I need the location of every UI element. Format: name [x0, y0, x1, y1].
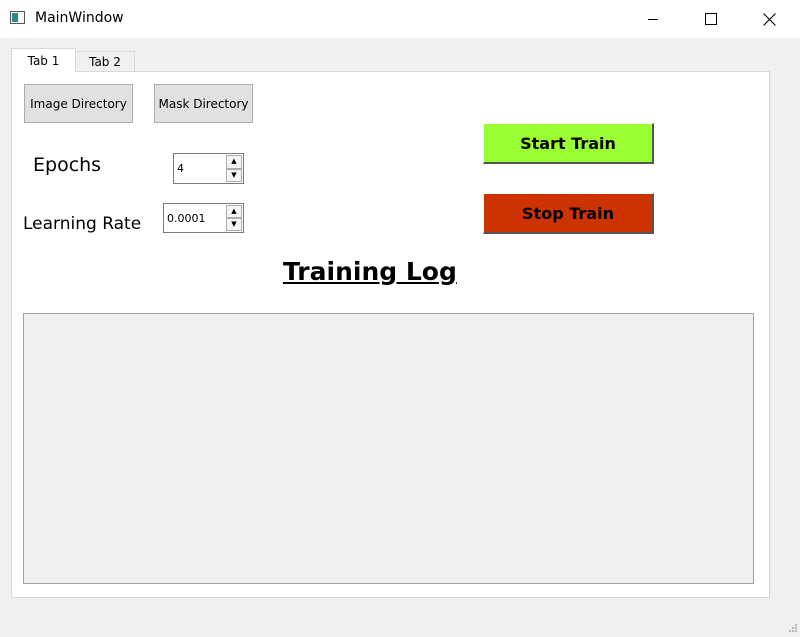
image-directory-button[interactable]: Image Directory	[24, 84, 133, 123]
tab-1[interactable]: Tab 1	[11, 48, 76, 72]
arrow-up-icon: ▲	[231, 207, 237, 215]
start-train-button[interactable]: Start Train	[483, 123, 654, 164]
epochs-value[interactable]: 4	[177, 154, 184, 183]
minimize-icon	[648, 19, 658, 20]
epochs-stepper: ▲ ▼	[226, 155, 242, 182]
maximize-button[interactable]	[688, 0, 734, 38]
arrow-down-icon: ▼	[231, 170, 237, 179]
learning-rate-value[interactable]: 0.0001	[167, 204, 206, 232]
close-button[interactable]	[746, 0, 792, 38]
epochs-decrement-button[interactable]: ▼	[226, 168, 242, 182]
learning-rate-increment-button[interactable]: ▲	[226, 205, 242, 218]
arrow-up-icon: ▲	[231, 157, 237, 166]
epochs-increment-button[interactable]: ▲	[226, 155, 242, 169]
mask-directory-button[interactable]: Mask Directory	[154, 84, 253, 123]
learning-rate-label: Learning Rate	[23, 214, 142, 234]
maximize-icon	[705, 13, 717, 25]
training-log-title: Training Log	[283, 257, 457, 286]
minimize-button[interactable]	[630, 0, 676, 38]
stop-train-button[interactable]: Stop Train	[483, 193, 654, 234]
title-bar[interactable]: MainWindow	[0, 0, 800, 38]
learning-rate-decrement-button[interactable]: ▼	[226, 218, 242, 231]
epochs-spinbox[interactable]: 4 ▲ ▼	[173, 153, 244, 184]
training-log-textarea[interactable]	[23, 313, 754, 584]
window-title: MainWindow	[35, 10, 124, 26]
close-icon	[762, 12, 776, 26]
tab-2[interactable]: Tab 2	[75, 51, 135, 72]
learning-rate-stepper: ▲ ▼	[226, 205, 242, 231]
arrow-down-icon: ▼	[231, 220, 237, 228]
learning-rate-spinbox[interactable]: 0.0001 ▲ ▼	[163, 203, 244, 233]
app-window-icon	[10, 11, 25, 24]
epochs-label: Epochs	[33, 154, 102, 176]
resize-grip-icon[interactable]	[787, 624, 797, 634]
